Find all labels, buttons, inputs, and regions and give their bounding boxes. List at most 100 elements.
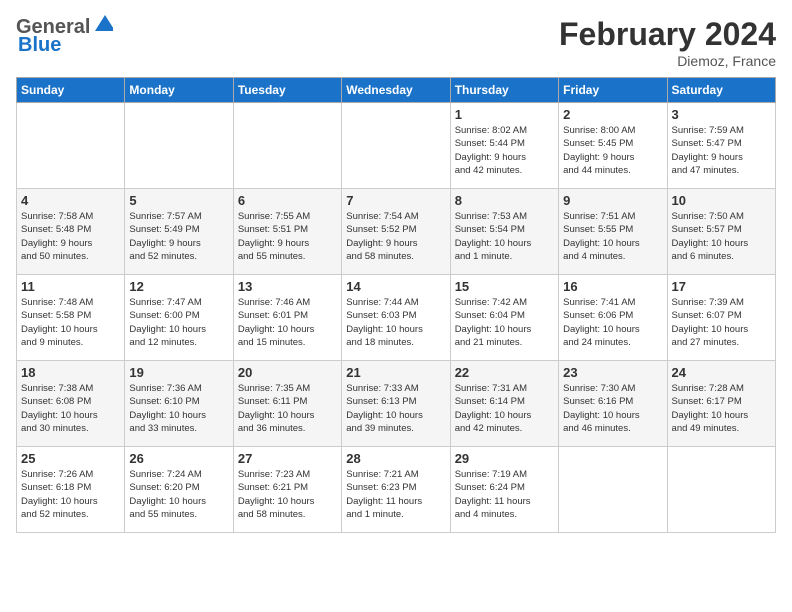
day-number: 25: [21, 451, 120, 466]
day-info: Sunrise: 7:36 AM Sunset: 6:10 PM Dayligh…: [129, 382, 228, 435]
day-number: 22: [455, 365, 554, 380]
day-number: 19: [129, 365, 228, 380]
calendar-table: SundayMondayTuesdayWednesdayThursdayFrid…: [16, 77, 776, 533]
week-row-3: 11 Sunrise: 7:48 AM Sunset: 5:58 PM Dayli…: [17, 275, 776, 361]
day-info: Sunrise: 7:58 AM Sunset: 5:48 PM Dayligh…: [21, 210, 120, 263]
logo-blue: Blue: [18, 34, 113, 56]
day-number: 23: [563, 365, 662, 380]
day-info: Sunrise: 7:26 AM Sunset: 6:18 PM Dayligh…: [21, 468, 120, 521]
day-info: Sunrise: 7:38 AM Sunset: 6:08 PM Dayligh…: [21, 382, 120, 435]
day-cell: 15 Sunrise: 7:42 AM Sunset: 6:04 PM Dayli…: [450, 275, 558, 361]
day-info: Sunrise: 7:50 AM Sunset: 5:57 PM Dayligh…: [672, 210, 771, 263]
day-number: 5: [129, 193, 228, 208]
day-info: Sunrise: 7:48 AM Sunset: 5:58 PM Dayligh…: [21, 296, 120, 349]
day-cell: 22 Sunrise: 7:31 AM Sunset: 6:14 PM Dayli…: [450, 361, 558, 447]
day-info: Sunrise: 7:41 AM Sunset: 6:06 PM Dayligh…: [563, 296, 662, 349]
day-cell: 8 Sunrise: 7:53 AM Sunset: 5:54 PM Daylig…: [450, 189, 558, 275]
day-number: 7: [346, 193, 445, 208]
day-number: 16: [563, 279, 662, 294]
day-number: 26: [129, 451, 228, 466]
day-cell: 11 Sunrise: 7:48 AM Sunset: 5:58 PM Dayli…: [17, 275, 125, 361]
day-cell: 2 Sunrise: 8:00 AM Sunset: 5:45 PM Daylig…: [559, 103, 667, 189]
day-number: 11: [21, 279, 120, 294]
day-cell: 9Sunrise: 7:51 AM Sunset: 5:55 PM Daylig…: [559, 189, 667, 275]
day-number: 29: [455, 451, 554, 466]
day-header-monday: Monday: [125, 78, 233, 103]
day-header-wednesday: Wednesday: [342, 78, 450, 103]
day-cell: [342, 103, 450, 189]
day-cell: 5 Sunrise: 7:57 AM Sunset: 5:49 PM Daylig…: [125, 189, 233, 275]
day-header-thursday: Thursday: [450, 78, 558, 103]
day-cell: 17 Sunrise: 7:39 AM Sunset: 6:07 PM Dayli…: [667, 275, 775, 361]
day-cell: 20Sunrise: 7:35 AM Sunset: 6:11 PM Dayli…: [233, 361, 341, 447]
day-cell: 29 Sunrise: 7:19 AM Sunset: 6:24 PM Dayli…: [450, 447, 558, 533]
day-cell: 13 Sunrise: 7:46 AM Sunset: 6:01 PM Dayli…: [233, 275, 341, 361]
day-number: 24: [672, 365, 771, 380]
day-number: 10: [672, 193, 771, 208]
week-row-1: 1 Sunrise: 8:02 AM Sunset: 5:44 PM Daylig…: [17, 103, 776, 189]
day-info: Sunrise: 7:39 AM Sunset: 6:07 PM Dayligh…: [672, 296, 771, 349]
day-cell: [667, 447, 775, 533]
day-info: Sunrise: 7:44 AM Sunset: 6:03 PM Dayligh…: [346, 296, 445, 349]
day-cell: 10 Sunrise: 7:50 AM Sunset: 5:57 PM Dayli…: [667, 189, 775, 275]
day-cell: 12Sunrise: 7:47 AM Sunset: 6:00 PM Dayli…: [125, 275, 233, 361]
day-cell: 18 Sunrise: 7:38 AM Sunset: 6:08 PM Dayli…: [17, 361, 125, 447]
day-info: Sunrise: 7:23 AM Sunset: 6:21 PM Dayligh…: [238, 468, 337, 521]
day-number: 2: [563, 107, 662, 122]
day-info: Sunrise: 7:54 AM Sunset: 5:52 PM Dayligh…: [346, 210, 445, 263]
day-info: Sunrise: 7:42 AM Sunset: 6:04 PM Dayligh…: [455, 296, 554, 349]
day-info: Sunrise: 7:55 AM Sunset: 5:51 PM Dayligh…: [238, 210, 337, 263]
day-number: 9: [563, 193, 662, 208]
logo: General Blue: [16, 16, 113, 56]
day-info: Sunrise: 7:57 AM Sunset: 5:49 PM Dayligh…: [129, 210, 228, 263]
week-row-2: 4 Sunrise: 7:58 AM Sunset: 5:48 PM Daylig…: [17, 189, 776, 275]
day-cell: 14 Sunrise: 7:44 AM Sunset: 6:03 PM Dayli…: [342, 275, 450, 361]
day-info: Sunrise: 8:00 AM Sunset: 5:45 PM Dayligh…: [563, 124, 662, 177]
logo-arrow-icon: [91, 13, 113, 35]
day-cell: [17, 103, 125, 189]
day-number: 6: [238, 193, 337, 208]
day-info: Sunrise: 7:59 AM Sunset: 5:47 PM Dayligh…: [672, 124, 771, 177]
day-info: Sunrise: 7:47 AM Sunset: 6:00 PM Dayligh…: [129, 296, 228, 349]
day-cell: 7 Sunrise: 7:54 AM Sunset: 5:52 PM Daylig…: [342, 189, 450, 275]
day-number: 3: [672, 107, 771, 122]
day-header-tuesday: Tuesday: [233, 78, 341, 103]
day-cell: 21 Sunrise: 7:33 AM Sunset: 6:13 PM Dayli…: [342, 361, 450, 447]
day-cell: [125, 103, 233, 189]
day-info: Sunrise: 7:21 AM Sunset: 6:23 PM Dayligh…: [346, 468, 445, 521]
day-cell: 25 Sunrise: 7:26 AM Sunset: 6:18 PM Dayli…: [17, 447, 125, 533]
day-number: 8: [455, 193, 554, 208]
day-info: Sunrise: 7:30 AM Sunset: 6:16 PM Dayligh…: [563, 382, 662, 435]
day-number: 13: [238, 279, 337, 294]
day-cell: 26Sunrise: 7:24 AM Sunset: 6:20 PM Dayli…: [125, 447, 233, 533]
day-info: Sunrise: 7:31 AM Sunset: 6:14 PM Dayligh…: [455, 382, 554, 435]
calendar-subtitle: Diemoz, France: [559, 53, 776, 69]
day-cell: 23 Sunrise: 7:30 AM Sunset: 6:16 PM Dayli…: [559, 361, 667, 447]
day-cell: 4 Sunrise: 7:58 AM Sunset: 5:48 PM Daylig…: [17, 189, 125, 275]
day-number: 15: [455, 279, 554, 294]
day-cell: 6 Sunrise: 7:55 AM Sunset: 5:51 PM Daylig…: [233, 189, 341, 275]
day-header-saturday: Saturday: [667, 78, 775, 103]
day-number: 20: [238, 365, 337, 380]
day-number: 17: [672, 279, 771, 294]
day-number: 18: [21, 365, 120, 380]
day-header-friday: Friday: [559, 78, 667, 103]
day-number: 21: [346, 365, 445, 380]
day-cell: 3 Sunrise: 7:59 AM Sunset: 5:47 PM Daylig…: [667, 103, 775, 189]
calendar-header-row: SundayMondayTuesdayWednesdayThursdayFrid…: [17, 78, 776, 103]
day-info: Sunrise: 8:02 AM Sunset: 5:44 PM Dayligh…: [455, 124, 554, 177]
day-info: Sunrise: 7:46 AM Sunset: 6:01 PM Dayligh…: [238, 296, 337, 349]
week-row-5: 25 Sunrise: 7:26 AM Sunset: 6:18 PM Dayli…: [17, 447, 776, 533]
day-number: 1: [455, 107, 554, 122]
day-cell: 24Sunrise: 7:28 AM Sunset: 6:17 PM Dayli…: [667, 361, 775, 447]
day-info: Sunrise: 7:19 AM Sunset: 6:24 PM Dayligh…: [455, 468, 554, 521]
day-cell: 28Sunrise: 7:21 AM Sunset: 6:23 PM Dayli…: [342, 447, 450, 533]
day-info: Sunrise: 7:33 AM Sunset: 6:13 PM Dayligh…: [346, 382, 445, 435]
day-cell: 16 Sunrise: 7:41 AM Sunset: 6:06 PM Dayli…: [559, 275, 667, 361]
day-number: 14: [346, 279, 445, 294]
day-number: 4: [21, 193, 120, 208]
day-cell: 27Sunrise: 7:23 AM Sunset: 6:21 PM Dayli…: [233, 447, 341, 533]
day-info: Sunrise: 7:53 AM Sunset: 5:54 PM Dayligh…: [455, 210, 554, 263]
day-cell: [559, 447, 667, 533]
day-cell: 1 Sunrise: 8:02 AM Sunset: 5:44 PM Daylig…: [450, 103, 558, 189]
